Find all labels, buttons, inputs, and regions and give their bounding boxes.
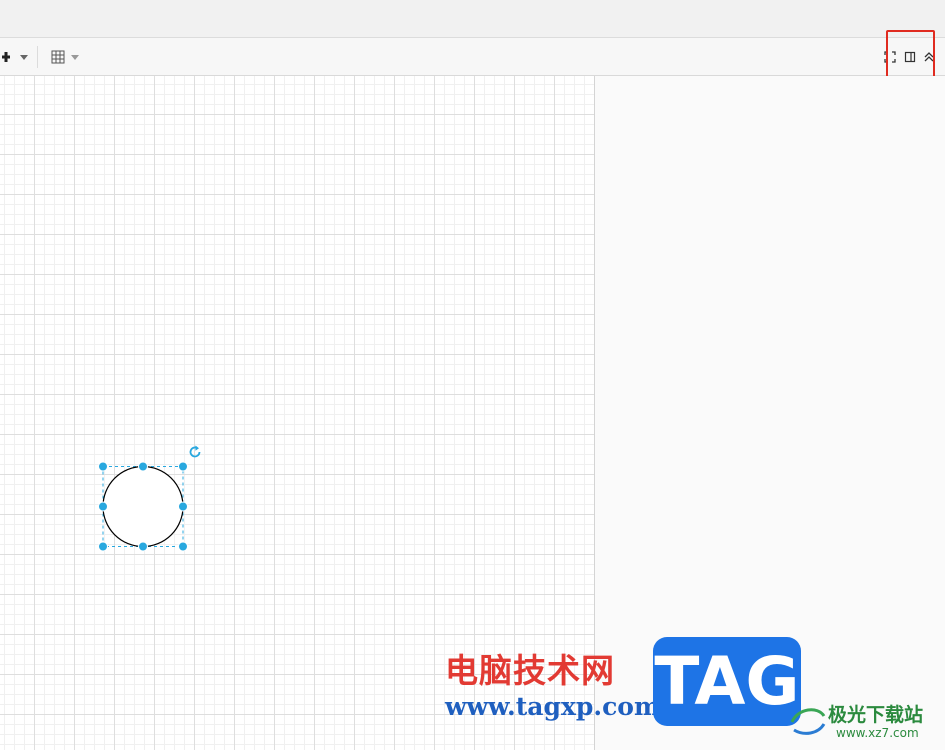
- rotate-handle-icon[interactable]: [189, 445, 201, 458]
- toolbar-divider: [37, 46, 38, 68]
- watermark-site-url: www.xz7.com: [836, 726, 919, 740]
- resize-handle-n: [138, 461, 148, 472]
- watermark-site-name: 极光下载站: [828, 704, 924, 726]
- chevron-down-icon: [20, 54, 28, 60]
- insert-button[interactable]: [0, 47, 30, 67]
- table-grid-icon: [51, 50, 65, 64]
- circle-shape[interactable]: [102, 465, 184, 548]
- table-button[interactable]: [47, 47, 83, 67]
- plus-icon: [2, 52, 10, 62]
- resize-handle-w: [98, 501, 108, 512]
- resize-handle-se: [178, 541, 188, 552]
- toolbar: [0, 38, 945, 76]
- resize-handle-nw: [98, 461, 108, 472]
- top-bar: [0, 0, 945, 38]
- highlight-box: [886, 30, 935, 80]
- resize-handle-s: [138, 541, 148, 552]
- watermark-url: www.tagxp.com: [445, 692, 661, 721]
- chevron-down-icon: [71, 54, 79, 60]
- resize-handle-sw: [98, 541, 108, 552]
- resize-handle-ne: [178, 461, 188, 472]
- resize-handle-e: [178, 501, 188, 512]
- watermark-text: 电脑技术网: [445, 651, 615, 690]
- watermark-swirl-icon: [790, 708, 826, 735]
- watermark-tag-logo: TAG: [653, 637, 801, 726]
